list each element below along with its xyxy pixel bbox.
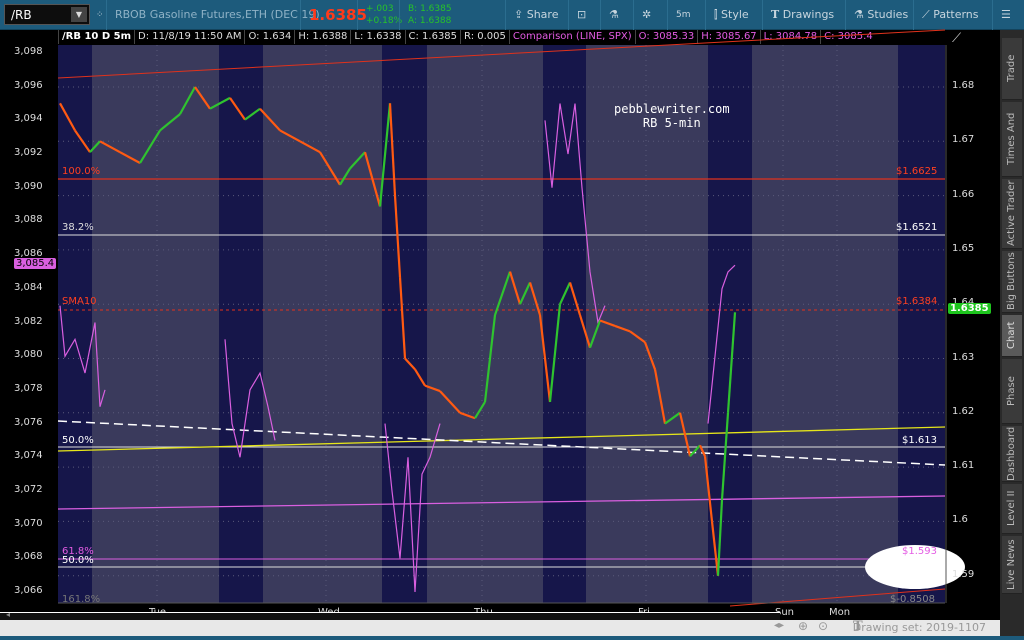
left-axis-tick: 3,066 bbox=[14, 585, 43, 596]
left-axis-tick: 3,068 bbox=[14, 551, 43, 563]
right-axis-tick: 1.63 bbox=[952, 351, 975, 363]
bottom-border bbox=[0, 636, 1024, 640]
chart-background bbox=[58, 45, 945, 603]
left-axis-tick: 3,076 bbox=[14, 416, 43, 428]
left-axis-tick: 3,078 bbox=[14, 382, 43, 394]
sidebar-tab-dashboard[interactable]: Dashboard bbox=[1002, 426, 1022, 482]
fib-50b-label: 50.0% bbox=[62, 555, 94, 566]
right-axis-tick: 1.59 bbox=[952, 568, 975, 580]
left-axis-tick: 3,072 bbox=[14, 483, 43, 495]
fib-50-label: 50.0% bbox=[62, 435, 94, 446]
watermark-line1: pebblewriter.com bbox=[614, 102, 730, 116]
right-axis-tick: 1.6 bbox=[952, 514, 968, 526]
fib-100-label: 100.0% bbox=[62, 166, 101, 177]
scroll-left-icon[interactable]: ◂ bbox=[6, 610, 10, 619]
sidebar-tab-times-and-sales[interactable]: Times And Sales bbox=[1002, 102, 1022, 177]
left-axis-tick: 3,096 bbox=[14, 79, 43, 91]
drawing-set-selector[interactable]: Drawing set: 2019-1107 bbox=[853, 621, 986, 634]
left-axis-tick: 3,080 bbox=[14, 349, 43, 361]
sidebar-tab-trade[interactable]: Trade bbox=[1002, 38, 1022, 100]
sidebar-tab-active-trader[interactable]: Active Trader bbox=[1002, 179, 1022, 249]
expand-icon[interactable]: ⟋ bbox=[952, 31, 961, 46]
session-band bbox=[219, 45, 263, 603]
left-axis-tick: 3,092 bbox=[14, 147, 43, 159]
menu-icon: ☰ bbox=[1001, 8, 1011, 21]
right-axis-tick: 1.66 bbox=[952, 188, 975, 200]
left-axis-tick: 3,074 bbox=[14, 450, 43, 462]
sma10-label: SMA10 bbox=[62, 296, 97, 307]
sidebar-tab-big-buttons[interactable]: Big Buttons bbox=[1002, 251, 1022, 313]
x-axis-tick: Mon bbox=[829, 607, 851, 618]
right-sidebar: TradeTimes And SalesActive TraderBig But… bbox=[1000, 30, 1024, 640]
session-band bbox=[898, 45, 945, 603]
fib-382-label: 38.2% bbox=[62, 222, 94, 233]
pan-icon[interactable]: ◂▸ bbox=[774, 620, 784, 631]
fib-1618-label: 161.8% bbox=[62, 594, 101, 605]
price-chart[interactable] bbox=[0, 0, 1000, 612]
fib-50-price: $1.613 bbox=[902, 435, 937, 446]
crosshair-icon[interactable]: ⊕ bbox=[798, 619, 808, 633]
right-axis-tick: 1.61 bbox=[952, 460, 975, 472]
left-axis-tick: 3,088 bbox=[14, 214, 43, 226]
bottom-toolbar: ◂▸ ⊕ ⊙ T Drawing set: 2019-1107 bbox=[0, 619, 1000, 636]
fib-382-price: $1.6521 bbox=[896, 222, 938, 233]
left-axis-tick: 3,082 bbox=[14, 315, 43, 327]
fib-1618-price: $-0.8508 bbox=[890, 594, 935, 605]
session-band bbox=[382, 45, 427, 603]
left-axis-tick: 3,098 bbox=[14, 46, 43, 57]
sidebar-tab-live-news[interactable]: Live News bbox=[1002, 536, 1022, 594]
fib-618-price: $1.593 bbox=[902, 546, 937, 557]
watermark-line2: RB 5-min bbox=[642, 116, 701, 130]
right-axis-tick: 1.67 bbox=[952, 134, 975, 146]
left-axis-tick: 3,094 bbox=[14, 113, 43, 125]
last-price-tag: 1.6385 bbox=[948, 303, 991, 314]
comparison-price-tag: 3,085.4 bbox=[14, 258, 57, 269]
horizontal-scrollbar[interactable]: ◂ bbox=[0, 610, 780, 620]
right-axis-tick: 1.68 bbox=[952, 80, 975, 91]
watermark: pebblewriter.com RB 5-min bbox=[614, 102, 730, 130]
left-axis-tick: 3,070 bbox=[14, 517, 43, 529]
zoom-icon[interactable]: ⊙ bbox=[818, 619, 828, 633]
left-axis-tick: 3,090 bbox=[14, 180, 43, 192]
sidebar-tab-chart[interactable]: Chart bbox=[1002, 315, 1022, 357]
right-axis-tick: 1.62 bbox=[952, 405, 975, 417]
fib-100-price: $1.6625 bbox=[896, 166, 938, 177]
left-axis-tick: 3,084 bbox=[14, 281, 43, 293]
sma10-price: $1.6384 bbox=[896, 296, 938, 307]
sidebar-tab-level-ii[interactable]: Level II bbox=[1002, 484, 1022, 534]
right-axis-tick: 1.65 bbox=[952, 242, 975, 254]
sidebar-tab-phase-scores[interactable]: Phase Scores bbox=[1002, 359, 1022, 424]
